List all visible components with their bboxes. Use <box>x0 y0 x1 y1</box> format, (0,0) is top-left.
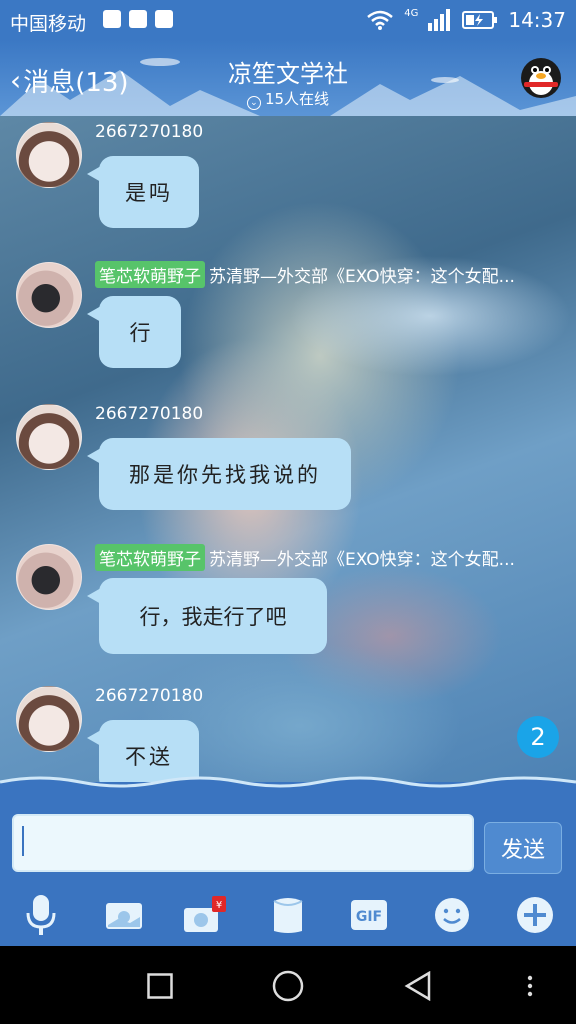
emoji-icon <box>435 898 469 932</box>
message-bubble[interactable]: 行，我走行了吧 <box>87 578 327 654</box>
member-title-badge: 笔芯软萌野子 <box>95 544 205 571</box>
input-decoration <box>0 776 576 792</box>
message-text: 那是你先找我说的 <box>129 463 321 487</box>
plus-icon <box>517 897 553 933</box>
camera-redpacket-icon: ¥ <box>184 896 226 932</box>
recents-button[interactable] <box>142 968 178 1004</box>
status-bar: 中国移动 4G 14:37 <box>0 0 576 40</box>
camera-button[interactable]: ¥ <box>182 892 228 938</box>
home-button[interactable] <box>270 968 306 1004</box>
back-nav-button[interactable] <box>400 968 436 1004</box>
group-title[interactable]: 凉笙文学社 <box>0 54 576 89</box>
avatar[interactable] <box>16 262 82 328</box>
notification-icon <box>103 10 121 28</box>
avatar[interactable] <box>16 122 82 188</box>
notification-icon <box>155 10 173 28</box>
triangle-back-icon <box>404 971 431 1001</box>
voice-button[interactable] <box>18 892 64 938</box>
clock: 14:37 <box>508 8 566 32</box>
message-text: 不送 <box>125 745 173 769</box>
avatar[interactable] <box>16 404 82 470</box>
message-input[interactable] <box>12 814 474 872</box>
system-nav-bar <box>0 946 576 1024</box>
message-text: 行，我走行了吧 <box>139 605 287 629</box>
battery-icon <box>462 11 498 29</box>
message-bubble[interactable]: 是吗 <box>87 156 199 228</box>
microphone-icon <box>26 895 56 935</box>
square-icon <box>147 973 173 999</box>
more-button[interactable] <box>512 892 558 938</box>
sender-id: 2667270180 <box>95 686 204 706</box>
more-vertical-icon <box>527 975 533 997</box>
photo-icon <box>106 903 142 929</box>
notification-icon <box>129 10 147 28</box>
sender-name[interactable]: 2667270180 <box>95 122 203 142</box>
sender-id: 2667270180 <box>95 122 204 142</box>
avatar[interactable] <box>16 686 82 752</box>
signal-icon <box>428 9 451 31</box>
carrier-label: 中国移动 <box>10 13 87 35</box>
message-bubble[interactable]: 行 <box>87 296 181 368</box>
input-toolbar: ¥ GIF <box>0 882 576 946</box>
member-title-badge: 笔芯软萌野子 <box>95 261 205 288</box>
online-count: 15人在线 <box>264 90 330 108</box>
sender-nickname: 苏清野—外交部《EXO快穿：这个女配... <box>209 267 515 287</box>
sender-name[interactable]: 笔芯软萌野子 苏清野—外交部《EXO快穿：这个女配... <box>95 261 515 288</box>
gif-icon: GIF <box>351 900 387 930</box>
chat-header: ‹ 消息(13) 凉笙文学社 ⌄ 15人在线 <box>0 40 576 116</box>
sender-name[interactable]: 2667270180 <box>95 686 203 706</box>
gif-button[interactable]: GIF <box>346 892 392 938</box>
message-text: 行 <box>129 321 151 345</box>
online-status[interactable]: ⌄ 15人在线 <box>0 88 576 110</box>
send-button[interactable]: 发送 <box>484 822 562 874</box>
circle-icon <box>272 970 304 1002</box>
wifi-icon <box>367 10 394 30</box>
avatar[interactable] <box>16 544 82 610</box>
message-text: 是吗 <box>125 181 173 205</box>
notification-icons <box>103 10 173 28</box>
text-caret <box>22 826 24 856</box>
sender-nickname: 苏清野—外交部《EXO快穿：这个女配... <box>209 550 515 570</box>
group-profile-icon[interactable] <box>516 52 566 100</box>
unread-count-badge[interactable]: 2 <box>517 716 559 758</box>
sender-name[interactable]: 2667270180 <box>95 404 203 424</box>
menu-button[interactable] <box>512 968 548 1004</box>
sender-name[interactable]: 笔芯软萌野子 苏清野—外交部《EXO快穿：这个女配... <box>95 544 515 571</box>
wallet-icon <box>273 898 303 933</box>
sender-id: 2667270180 <box>95 404 204 424</box>
chat-messages[interactable]: 2667270180 是吗 笔芯软萌野子 苏清野—外交部《EXO快穿：这个女配..… <box>0 116 576 782</box>
wallet-button[interactable] <box>265 892 311 938</box>
network-type: 4G <box>404 7 419 19</box>
gif-label: GIF <box>356 909 382 925</box>
message-bubble[interactable]: 那是你先找我说的 <box>87 438 351 510</box>
photo-button[interactable] <box>101 892 147 938</box>
emoji-button[interactable] <box>429 892 475 938</box>
input-bar: 发送 <box>0 776 576 882</box>
chevron-down-icon: ⌄ <box>246 96 261 110</box>
redpacket-symbol: ¥ <box>216 900 222 911</box>
